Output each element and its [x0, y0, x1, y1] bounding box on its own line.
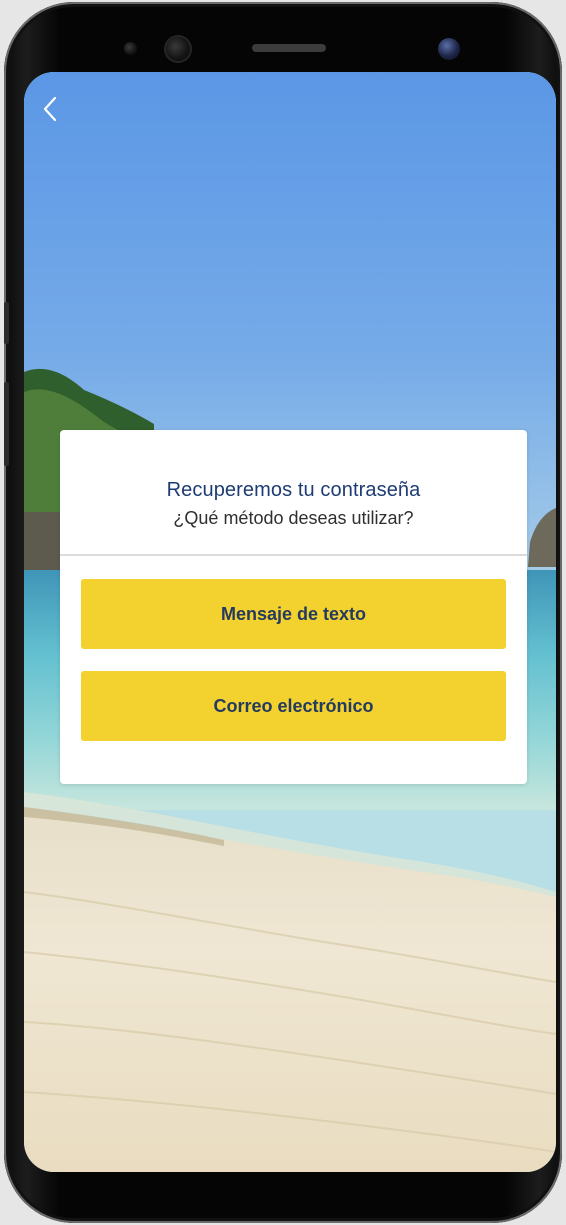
sensor-icon	[124, 42, 137, 55]
camera-lens-icon	[438, 38, 460, 60]
page: Recuperemos tu contraseña ¿Qué método de…	[0, 0, 566, 1225]
phone-frame: Recuperemos tu contraseña ¿Qué método de…	[4, 2, 562, 1223]
app-screen: Recuperemos tu contraseña ¿Qué método de…	[24, 72, 556, 1172]
card-title: Recuperemos tu contraseña	[166, 479, 421, 501]
side-button	[4, 382, 9, 466]
side-button-upper	[4, 302, 9, 344]
email-button[interactable]: Correo electrónico	[81, 671, 506, 741]
recovery-method-card: Recuperemos tu contraseña ¿Qué método de…	[60, 430, 527, 784]
earpiece-speaker	[252, 44, 326, 52]
text-message-button[interactable]: Mensaje de texto	[81, 579, 506, 649]
chevron-left-icon	[43, 96, 57, 122]
card-subtitle: ¿Qué método deseas utilizar?	[173, 508, 414, 528]
front-camera-icon	[166, 37, 190, 61]
divider	[60, 554, 527, 556]
back-button[interactable]	[36, 94, 64, 124]
